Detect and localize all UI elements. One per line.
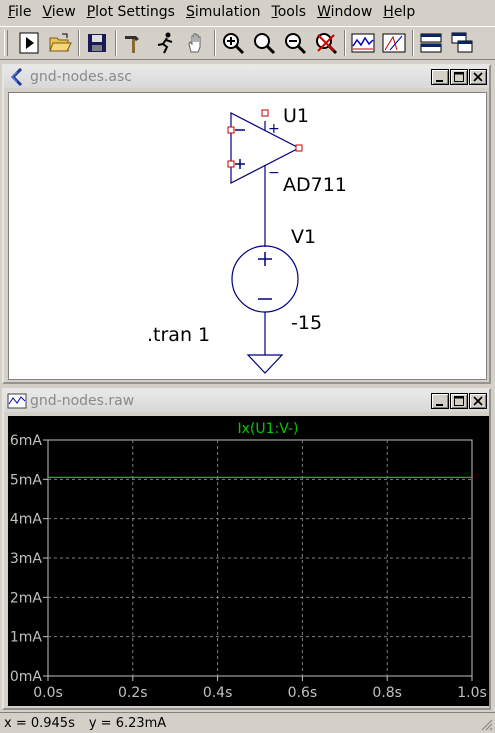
cursor-x-readout: x = 0.945s: [4, 715, 75, 731]
opamp-vplus-sign: +: [268, 121, 280, 137]
y-tick-label: 5mA: [10, 472, 43, 488]
schematic-editor-icon: [10, 68, 23, 86]
opamp-vminus-sign: −: [268, 165, 280, 181]
opamp-model-label: AD711: [283, 174, 347, 196]
runner-icon: [157, 32, 173, 54]
menu-item-plot-settings[interactable]: Plot Settings: [83, 1, 182, 23]
tran-directive: .tran 1: [147, 324, 210, 346]
zoom-cancel-button[interactable]: [311, 28, 341, 58]
toolbar-separator: [115, 30, 117, 56]
waveform-window[interactable]: gnd-nodes.raw Ix(U1:V-) 0mA 1mA 2mA 3mA 4mA 5…: [2, 388, 491, 710]
tile-horizontal-button[interactable]: [416, 28, 446, 58]
x-tick-label: 0.0s: [33, 685, 63, 701]
menu-bar: File View Plot Settings Simulation Tools Wind…: [0, 0, 495, 24]
pan-button[interactable]: [181, 28, 211, 58]
source-value-label: -15: [291, 312, 322, 334]
close-button[interactable]: [469, 69, 487, 85]
x-tick-label: 0.2s: [118, 685, 148, 701]
manual-limits-button[interactable]: [379, 28, 409, 58]
y-tick-label: 2mA: [10, 590, 43, 606]
autorange-button[interactable]: [348, 28, 378, 58]
menu-item-tools[interactable]: Tools: [268, 1, 314, 23]
waveform-title-bar[interactable]: gnd-nodes.raw: [4, 390, 489, 412]
menu-item-window[interactable]: Window: [313, 1, 379, 23]
ground-symbol: [246, 354, 284, 374]
x-tick-label: 0.8s: [372, 685, 402, 701]
menu-item-help[interactable]: Help: [379, 1, 422, 23]
toolbar-separator: [412, 30, 414, 56]
opamp-ref-label: U1: [283, 105, 309, 127]
save-icon: [88, 34, 106, 52]
y-tick-label: 6mA: [10, 433, 43, 449]
close-button[interactable]: [469, 393, 487, 409]
pin-vplus: [261, 109, 269, 117]
menu-item-file[interactable]: File: [4, 1, 38, 23]
hammer-icon: [125, 36, 139, 53]
cursor-y-readout: y = 6.23mA: [88, 715, 167, 731]
control-panel-button[interactable]: [119, 28, 149, 58]
cascade-button[interactable]: [447, 28, 477, 58]
y-tick-label: 3mA: [10, 551, 43, 567]
waveform-title: gnd-nodes.raw: [30, 393, 135, 409]
x-tick-label: 1.0s: [457, 685, 487, 701]
trace-label[interactable]: Ix(U1:V-): [237, 421, 298, 437]
maximize-icon: [454, 72, 464, 82]
minimize-button[interactable]: [431, 393, 449, 409]
source-ref-label: V1: [291, 226, 316, 248]
status-bar: x = 0.945s y = 6.23mA: [0, 712, 495, 733]
toolbar-separator: [78, 30, 80, 56]
zoom-cancel-icon: [316, 33, 338, 55]
minimize-icon: [436, 404, 443, 406]
zoom-in-button[interactable]: [218, 28, 248, 58]
menu-item-view[interactable]: View: [38, 1, 82, 23]
pan-hand-icon: [188, 33, 201, 53]
x-tick-label: 0.4s: [203, 685, 233, 701]
zoom-out-button[interactable]: [249, 28, 279, 58]
tile-horizontal-icon: [420, 33, 442, 53]
autorange-icon: [382, 33, 406, 53]
pin-output: [295, 144, 303, 152]
toolbar: [0, 26, 495, 60]
schematic-canvas[interactable]: + − U1 AD711 V1 -15 .tran 1: [8, 92, 487, 380]
schematic-title-bar[interactable]: gnd-nodes.asc: [4, 66, 489, 88]
toolbar-separator: [344, 30, 346, 56]
run-button[interactable]: [14, 28, 44, 58]
close-icon: [473, 396, 483, 406]
zoom-out-icon: [254, 33, 276, 55]
close-icon: [473, 72, 483, 82]
y-tick-label: 0mA: [10, 669, 43, 685]
minimize-button[interactable]: [431, 69, 449, 85]
waveform-icon: [351, 33, 375, 53]
zoom-full-button[interactable]: [280, 28, 310, 58]
schematic-window[interactable]: gnd-nodes.asc + − U1 AD711 V1 -15 .tran …: [2, 64, 491, 384]
run-icon: [19, 32, 39, 54]
plot-canvas[interactable]: Ix(U1:V-) 0mA 1mA 2mA 3mA 4mA 5mA 6mA 0.0s 0.2s 0…: [8, 416, 489, 706]
maximize-button[interactable]: [450, 69, 468, 85]
waveform-viewer-icon: [7, 393, 27, 409]
y-tick-label: 4mA: [10, 512, 43, 528]
pin-noninverting: [227, 160, 235, 168]
pin-inverting: [227, 126, 235, 134]
y-tick-label: 1mA: [10, 630, 43, 646]
schematic-drawing: + − U1 AD711 V1 -15 .tran 1: [147, 105, 347, 374]
schematic-title: gnd-nodes.asc: [30, 69, 132, 85]
open-icon: [49, 33, 72, 52]
cascade-icon: [451, 32, 473, 53]
toolbar-grip[interactable]: [4, 30, 8, 56]
toolbar-separator: [214, 30, 216, 56]
maximize-button[interactable]: [450, 393, 468, 409]
x-tick-label: 0.6s: [288, 685, 318, 701]
zoom-full-icon: [285, 33, 307, 55]
plot-svg: Ix(U1:V-) 0mA 1mA 2mA 3mA 4mA 5mA 6mA 0.0s 0.2s 0…: [10, 421, 487, 701]
maximize-icon: [454, 396, 464, 406]
zoom-in-icon: [223, 33, 245, 55]
run-pause-button[interactable]: [150, 28, 180, 58]
open-button[interactable]: [45, 28, 75, 58]
menu-item-simulation[interactable]: Simulation: [182, 1, 268, 23]
save-button[interactable]: [82, 28, 112, 58]
resize-grip-icon[interactable]: [481, 719, 493, 731]
minimize-icon: [436, 80, 443, 82]
